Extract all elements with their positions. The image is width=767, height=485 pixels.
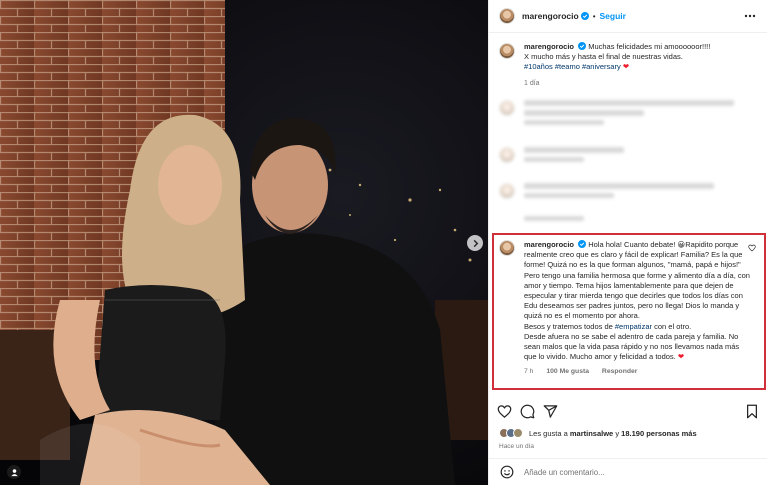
bookmark-icon (746, 404, 757, 418)
tagged-users-button[interactable] (7, 465, 21, 479)
blurred-comment (499, 216, 739, 225)
caption-text-line-2: X mucho más y hasta el final de nuestras… (524, 52, 683, 62)
likes-middle: y (615, 428, 620, 438)
verified-badge-icon (580, 12, 589, 20)
highlight-frame (492, 233, 766, 390)
paper-plane-icon (543, 404, 558, 418)
comment-button[interactable] (520, 404, 535, 419)
blurred-comment (499, 100, 739, 129)
post-photo (0, 0, 488, 485)
caption: marengorocio Muchas felicidades mi amooo… (499, 42, 759, 89)
heart-icon (497, 404, 512, 418)
couple-photo-image (0, 0, 488, 485)
blurred-comment (499, 147, 739, 166)
verified-badge-icon (578, 42, 587, 50)
follow-button[interactable]: Seguir (600, 11, 626, 21)
post-header: marengorocio • Seguir (489, 0, 767, 33)
posted-time: Hace un día (499, 443, 535, 450)
share-button[interactable] (543, 404, 558, 419)
more-horizontal-icon (744, 14, 756, 18)
next-photo-button[interactable] (467, 235, 483, 251)
post-actions (497, 403, 759, 419)
user-tag-icon (10, 468, 18, 476)
avatar (499, 183, 515, 199)
chevron-right-icon (473, 239, 478, 247)
avatar (513, 428, 523, 438)
add-comment-bar: Añade un comentario... (489, 458, 767, 485)
likes-user[interactable]: martinsalwe (570, 429, 613, 438)
avatar[interactable] (499, 8, 515, 24)
likes-summary: Les gusta a martinsalwe y 18.190 persona… (499, 428, 697, 438)
likes-prefix: Les gusta a (529, 428, 568, 438)
caption-username[interactable]: marengorocio (524, 42, 574, 51)
caption-hashtags[interactable]: #10años #teamo #aniversary (524, 62, 621, 71)
caption-heart-emoji: ❤ (622, 62, 630, 72)
emoji-button[interactable] (499, 465, 514, 480)
header-username[interactable]: marengorocio (522, 11, 579, 21)
more-options-button[interactable] (743, 9, 757, 23)
separator-dot: • (592, 11, 596, 21)
like-button[interactable] (497, 404, 512, 419)
blurred-comment (499, 183, 739, 202)
emoji-smile-icon (500, 465, 513, 479)
avatar (499, 100, 515, 116)
caption-time: 1 día (524, 79, 540, 87)
comment-icon (520, 404, 535, 418)
avatar (499, 147, 515, 163)
save-button[interactable] (744, 404, 759, 419)
avatar[interactable] (499, 43, 515, 59)
caption-text-line-1: Muchas felicidades mi amoooooor!!!! (588, 42, 711, 51)
likes-count[interactable]: 18.190 personas más (621, 429, 696, 438)
comment-input[interactable]: Añade un comentario... (524, 468, 605, 477)
